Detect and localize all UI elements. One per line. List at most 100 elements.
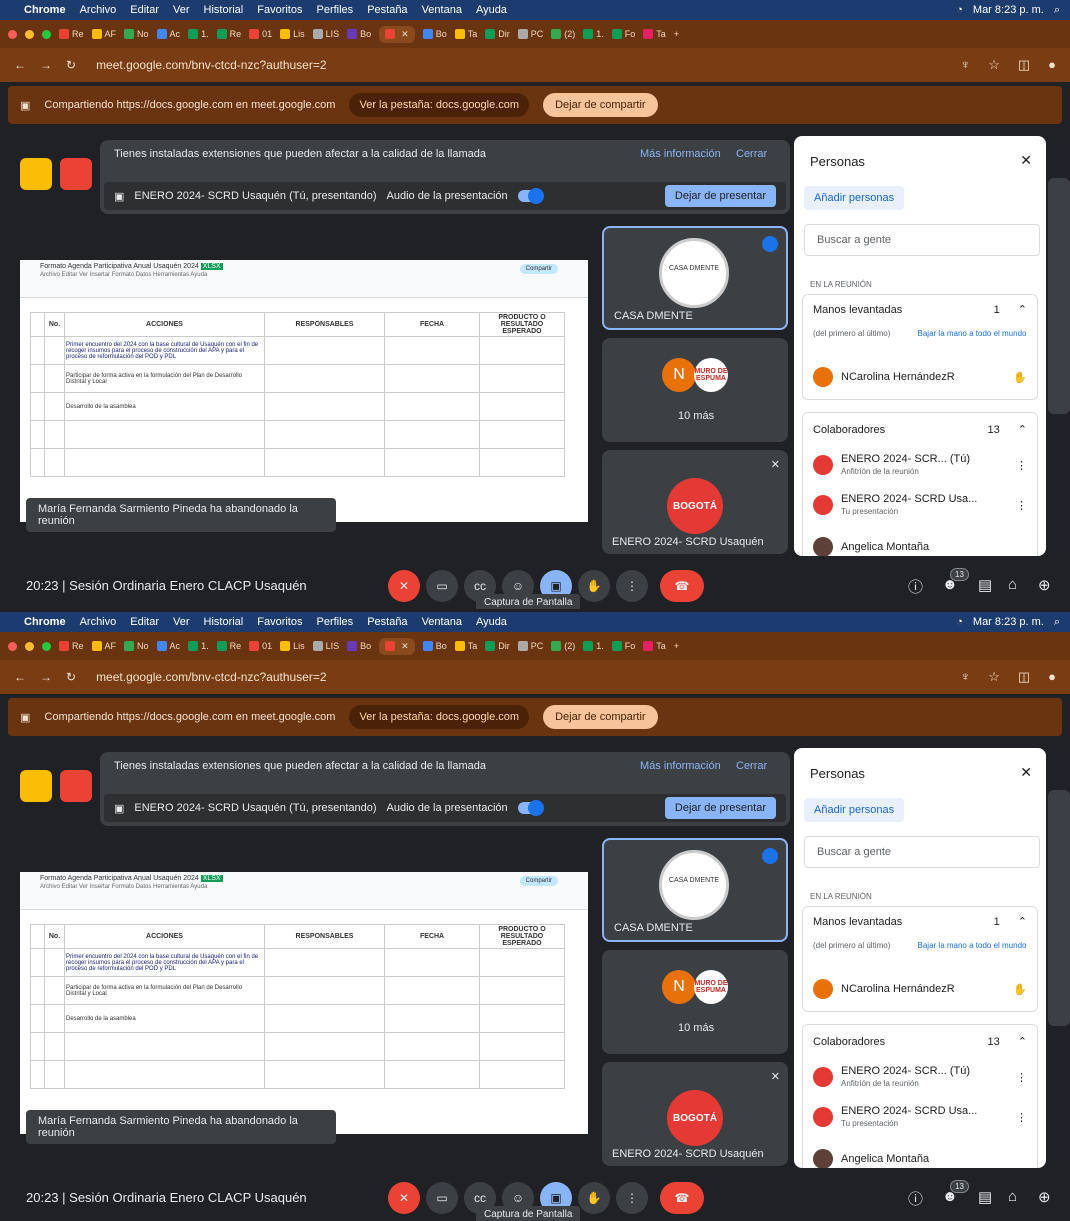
menu-archivo[interactable]: Archivo xyxy=(80,4,117,16)
tab[interactable]: Re xyxy=(216,641,241,651)
record-icon[interactable] xyxy=(60,770,92,802)
zoom-window-icon[interactable] xyxy=(42,641,51,651)
close-window-icon[interactable] xyxy=(8,641,17,651)
menu-archivo[interactable]: Archivo xyxy=(80,616,117,628)
chevron-up-icon[interactable]: ⌃ xyxy=(1018,303,1027,316)
menu-editar[interactable]: Editar xyxy=(130,616,159,628)
tab[interactable]: Ac xyxy=(156,641,180,651)
chevron-up-icon[interactable]: ⌃ xyxy=(1018,915,1027,928)
menu-historial[interactable]: Historial xyxy=(204,616,244,628)
menu-perfiles[interactable]: Perfiles xyxy=(317,4,354,16)
info-icon[interactable]: ⓘ xyxy=(908,1188,923,1209)
profile-icon[interactable]: ● xyxy=(1048,669,1056,685)
lock-icon[interactable]: ⊕ xyxy=(1038,1188,1051,1206)
more-options-icon[interactable]: ⋮ xyxy=(1016,459,1027,472)
zoom-window-icon[interactable] xyxy=(42,29,51,39)
wifi-icon[interactable]: ◔ xyxy=(956,4,963,17)
tab[interactable]: (2) xyxy=(551,641,575,651)
tab[interactable]: Ta xyxy=(454,641,477,651)
tab[interactable]: 1. xyxy=(583,29,604,39)
tab-active-meet[interactable]: ✕ xyxy=(379,637,415,655)
tab[interactable]: Ta xyxy=(454,29,477,39)
minimize-window-icon[interactable] xyxy=(25,29,34,39)
new-tab-icon[interactable]: + xyxy=(674,641,679,651)
reload-icon[interactable]: ↻ xyxy=(66,58,76,72)
close-notice-link[interactable]: Cerrar xyxy=(736,148,767,160)
tile-bogota[interactable]: BOGOTÁ ✕ ENERO 2024- SCRD Usaquén xyxy=(602,450,788,554)
chat-icon[interactable]: ▤ xyxy=(978,1188,992,1206)
lock-icon[interactable]: ⊕ xyxy=(1038,576,1051,594)
menu-pestana[interactable]: Pestaña xyxy=(367,4,407,16)
menu-chrome[interactable]: Chrome xyxy=(24,4,66,16)
more-options-icon[interactable]: ⋮ xyxy=(1016,499,1027,512)
side-tools-strip[interactable] xyxy=(1048,790,1070,1026)
url-field[interactable]: meet.google.com/bnv-ctcd-nzc?authuser=2 xyxy=(96,670,326,684)
extension-warning-icon[interactable] xyxy=(20,158,52,190)
menu-ventana[interactable]: Ventana xyxy=(422,616,462,628)
menu-perfiles[interactable]: Perfiles xyxy=(317,616,354,628)
lower-all-link[interactable]: Bajar la mano a todo el mundo xyxy=(917,941,1027,950)
menu-historial[interactable]: Historial xyxy=(204,4,244,16)
tab[interactable]: Bo xyxy=(347,29,371,39)
extensions-icon[interactable]: ◫ xyxy=(1018,57,1030,73)
tab[interactable]: Re xyxy=(59,641,84,651)
chevron-up-icon[interactable]: ⌃ xyxy=(1018,423,1027,436)
star-icon[interactable]: ☆ xyxy=(988,57,1000,73)
tile-more-participants[interactable]: N MURO DE ESPUMA 10 más xyxy=(602,338,788,442)
tab[interactable]: Dir xyxy=(485,641,510,651)
url-field[interactable]: meet.google.com/bnv-ctcd-nzc?authuser=2 xyxy=(96,58,326,72)
tab[interactable]: (2) xyxy=(551,29,575,39)
leave-call-button[interactable]: ☎ xyxy=(660,570,704,602)
extension-warning-icon[interactable] xyxy=(20,770,52,802)
clock[interactable]: Mar 8:23 p. m. xyxy=(973,4,1044,17)
tab-active-meet[interactable]: ✕ xyxy=(379,25,415,43)
goto-tab-button[interactable]: Ver la pestaña: docs.google.com xyxy=(349,705,530,729)
wifi-icon[interactable]: ◔ xyxy=(956,616,963,629)
extensions-icon[interactable]: ◫ xyxy=(1018,669,1030,685)
more-info-link[interactable]: Más información xyxy=(640,760,721,772)
more-info-link[interactable]: Más información xyxy=(640,148,721,160)
more-options-button[interactable]: ⋮ xyxy=(616,570,648,602)
menu-ayuda[interactable]: Ayuda xyxy=(476,616,507,628)
search-icon[interactable]: ⌕ xyxy=(1054,616,1060,629)
menu-ayuda[interactable]: Ayuda xyxy=(476,4,507,16)
tile-bogota[interactable]: BOGOTÁ ✕ ENERO 2024- SCRD Usaquén xyxy=(602,1062,788,1166)
lower-all-link[interactable]: Bajar la mano a todo el mundo xyxy=(917,329,1027,338)
record-icon[interactable] xyxy=(60,158,92,190)
stop-sharing-button[interactable]: Dejar de compartir xyxy=(543,93,658,117)
menu-pestana[interactable]: Pestaña xyxy=(367,616,407,628)
forward-icon[interactable]: → xyxy=(40,58,52,72)
tab[interactable]: Bo xyxy=(347,641,371,651)
chevron-up-icon[interactable]: ⌃ xyxy=(1018,1035,1027,1048)
tab[interactable]: No xyxy=(124,29,149,39)
tab[interactable]: LIS xyxy=(312,29,339,39)
tab[interactable]: 1. xyxy=(188,29,209,39)
tab[interactable]: No xyxy=(124,641,149,651)
more-options-icon[interactable]: ⋮ xyxy=(1016,1111,1027,1124)
raise-hand-button[interactable]: ✋ xyxy=(578,1182,610,1214)
tab[interactable]: Dir xyxy=(485,29,510,39)
back-icon[interactable]: ← xyxy=(14,58,26,72)
menu-ventana[interactable]: Ventana xyxy=(422,4,462,16)
camera-button[interactable]: ▭ xyxy=(426,570,458,602)
more-options-button[interactable]: ⋮ xyxy=(616,1182,648,1214)
audio-toggle[interactable] xyxy=(517,800,544,816)
mic-icon[interactable]: ♆ xyxy=(960,669,970,685)
menu-chrome[interactable]: Chrome xyxy=(24,616,66,628)
camera-button[interactable]: ▭ xyxy=(426,1182,458,1214)
tab[interactable]: AF xyxy=(91,641,116,651)
people-icon[interactable]: ☻ 13 xyxy=(942,1180,969,1205)
menu-editar[interactable]: Editar xyxy=(130,4,159,16)
tab[interactable]: Fo xyxy=(611,29,635,39)
mic-off-button[interactable]: ✕ xyxy=(388,570,420,602)
stop-sharing-button[interactable]: Dejar de compartir xyxy=(543,705,658,729)
audio-toggle[interactable] xyxy=(517,188,544,204)
goto-tab-button[interactable]: Ver la pestaña: docs.google.com xyxy=(349,93,530,117)
stop-presenting-button[interactable]: Dejar de presentar xyxy=(664,797,776,819)
add-people-button[interactable]: Añadir personas xyxy=(804,798,905,822)
menu-ver[interactable]: Ver xyxy=(173,4,190,16)
stop-presenting-button[interactable]: Dejar de presentar xyxy=(664,185,776,207)
hand-icon[interactable]: ✋ xyxy=(1013,983,1027,996)
forward-icon[interactable]: → xyxy=(40,670,52,684)
tile-more-participants[interactable]: N MURO DE ESPUMA 10 más xyxy=(602,950,788,1054)
